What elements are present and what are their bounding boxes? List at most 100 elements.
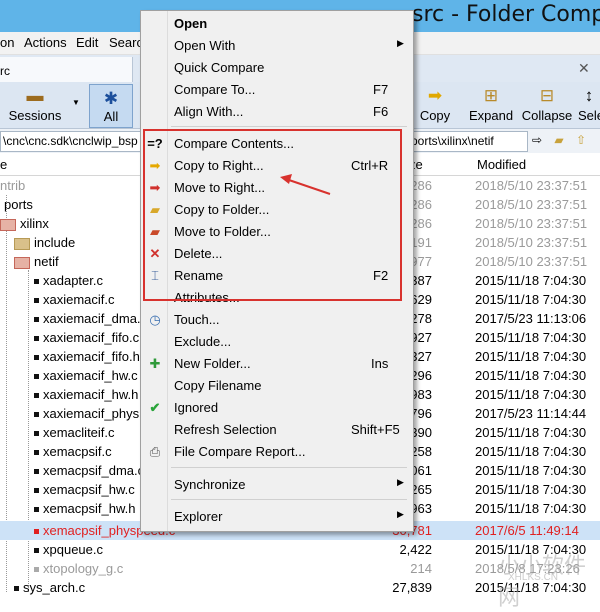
sessions-button[interactable]: ▬ Sessions — [0, 82, 70, 128]
file-icon — [34, 279, 39, 285]
row-modified: 2015/11/18 7:04:30 — [475, 463, 587, 478]
menu-item-synchronize[interactable]: Synchronize ▶ — [141, 474, 413, 496]
submenu-arrow-icon: ▶ — [397, 509, 404, 519]
row-modified: 2018/5/10 23:37:51 — [475, 178, 588, 193]
row-size: 2,422 — [399, 542, 432, 557]
menu-item-new-folder[interactable]: ✚ New Folder... Ins — [141, 353, 413, 375]
row-size: 214 — [410, 561, 432, 576]
briefcase-icon: ▬ — [26, 86, 44, 105]
file-icon — [34, 298, 39, 304]
annotation-highlight-box — [143, 129, 402, 301]
submenu-arrow-icon: ▶ — [397, 477, 404, 487]
row-size: 27,839 — [392, 580, 432, 595]
row-modified: 2017/5/23 11:14:44 — [475, 406, 587, 421]
file-icon — [34, 450, 39, 456]
menu-item-file-compare-report[interactable]: ⎙ File Compare Report... — [141, 441, 413, 463]
menu-item-compare-to[interactable]: Compare To... F7 — [141, 79, 413, 101]
menu-item-open[interactable]: Open — [141, 13, 413, 35]
close-tab-icon[interactable]: ✕ — [578, 60, 590, 77]
select-button[interactable]: ↕ Sele — [578, 82, 600, 128]
menu-session[interactable]: on — [0, 35, 14, 50]
row-name: xadapter.c — [43, 273, 103, 288]
column-name-header[interactable]: e — [0, 157, 7, 172]
sessions-dropdown-icon[interactable]: ▼ — [72, 98, 80, 107]
row-modified: 2018/5/10 23:37:51 — [475, 235, 588, 250]
row-modified: 2015/11/18 7:04:30 — [475, 349, 587, 364]
menu-item-refresh-selection[interactable]: Refresh Selection Shift+F5 — [141, 419, 413, 441]
menu-search[interactable]: Searc — [109, 35, 143, 50]
row-name: xpqueue.c — [43, 542, 103, 557]
row-modified: 2018/5/10 23:37:51 — [475, 254, 588, 269]
row-name: xemacliteif.c — [43, 425, 115, 440]
browse-folder-icon[interactable]: ▰ — [550, 132, 568, 149]
menu-item-label: Touch... — [174, 312, 220, 327]
menu-item-explorer[interactable]: Explorer ▶ — [141, 506, 413, 528]
all-label: All — [103, 109, 119, 124]
path-history-icon[interactable]: ⇨ — [528, 132, 546, 149]
menu-item-align-with[interactable]: Align With... F6 — [141, 101, 413, 123]
clock-icon: ◷ — [149, 312, 161, 327]
column-modified-header[interactable]: Modified — [477, 157, 526, 172]
collapse-button[interactable]: ⊟ Collapse — [520, 82, 574, 128]
up-folder-icon[interactable]: ⇧ — [572, 132, 590, 149]
menu-edit[interactable]: Edit — [76, 35, 98, 50]
row-name: xemacpsif_hw.h — [43, 501, 136, 516]
file-icon — [34, 412, 39, 418]
collapse-label: Collapse — [521, 108, 573, 123]
row-name: ports — [4, 197, 33, 212]
watermark-url: XHLKS.CN — [508, 572, 559, 583]
menu-actions[interactable]: Actions — [24, 35, 67, 50]
file-icon — [34, 548, 39, 554]
menu-item-open-with[interactable]: Open With ▶ — [141, 35, 413, 57]
filter-all-button[interactable]: ✱ All — [89, 84, 133, 128]
left-path-input[interactable]: \cnc\cnc.sdk\cnclwip_bsp — [0, 131, 142, 152]
file-icon — [34, 567, 39, 573]
printer-icon: ⎙ — [149, 444, 161, 459]
row-modified: 2015/11/18 7:04:30 — [475, 501, 587, 516]
file-icon — [34, 336, 39, 342]
row-name: xaxiemacif_dma.c — [43, 311, 148, 326]
row-modified: 2018/5/10 23:37:51 — [475, 216, 588, 231]
folder-icon — [14, 256, 30, 269]
row-name: xaxiemacif_hw.c — [43, 368, 138, 383]
menu-separator — [171, 499, 407, 500]
expand-tree-icon: ⊞ — [483, 86, 499, 105]
file-icon — [34, 529, 39, 535]
file-icon — [34, 469, 39, 475]
menu-item-touch[interactable]: ◷ Touch... — [141, 309, 413, 331]
menu-item-ignored[interactable]: ✔ Ignored — [141, 397, 413, 419]
row-name: xaxiemacif_fifo.c — [43, 330, 140, 345]
row-modified: 2017/6/5 11:49:14 — [475, 523, 579, 538]
file-icon — [14, 586, 19, 592]
folder-icon — [14, 237, 30, 250]
annotation-arrow — [280, 174, 331, 195]
menu-item-label: Refresh Selection — [174, 422, 277, 437]
menu-item-label: Align With... — [174, 104, 244, 119]
menu-item-copy-filename[interactable]: Copy Filename — [141, 375, 413, 397]
file-icon — [34, 374, 39, 380]
expand-button[interactable]: ⊞ Expand — [464, 82, 518, 128]
copy-button[interactable]: ➡ Copy — [414, 82, 456, 128]
folder-icon — [0, 218, 16, 231]
row-modified: 2015/11/18 7:04:30 — [475, 444, 587, 459]
row-name: xtopology_g.c — [43, 561, 124, 576]
file-icon — [34, 431, 39, 437]
menu-separator — [171, 126, 407, 127]
menu-item-label: Explorer — [174, 509, 223, 524]
copy-arrow-icon: ➡ — [427, 86, 443, 105]
menu-item-label: Ignored — [174, 400, 219, 415]
session-tab[interactable]: rc — [0, 57, 133, 82]
row-modified: 2015/11/18 7:04:30 — [475, 387, 587, 402]
menu-item-label: New Folder... — [174, 356, 251, 371]
menu-item-label: Quick Compare — [174, 60, 265, 75]
row-modified: 2015/11/18 7:04:30 — [475, 273, 587, 288]
menu-item-quick-compare[interactable]: Quick Compare — [141, 57, 413, 79]
row-name: ntrib — [0, 178, 26, 193]
row-modified: 2015/11/18 7:04:30 — [475, 330, 587, 345]
menu-item-label: Copy Filename — [174, 378, 262, 393]
menu-item-label: Exclude... — [174, 334, 232, 349]
row-name: xemacpsif_dma.c — [43, 463, 145, 478]
expand-label: Expand — [468, 108, 514, 123]
right-path-input[interactable]: ports\xilinx\netif — [408, 131, 528, 152]
menu-item-exclude[interactable]: Exclude... — [141, 331, 413, 353]
